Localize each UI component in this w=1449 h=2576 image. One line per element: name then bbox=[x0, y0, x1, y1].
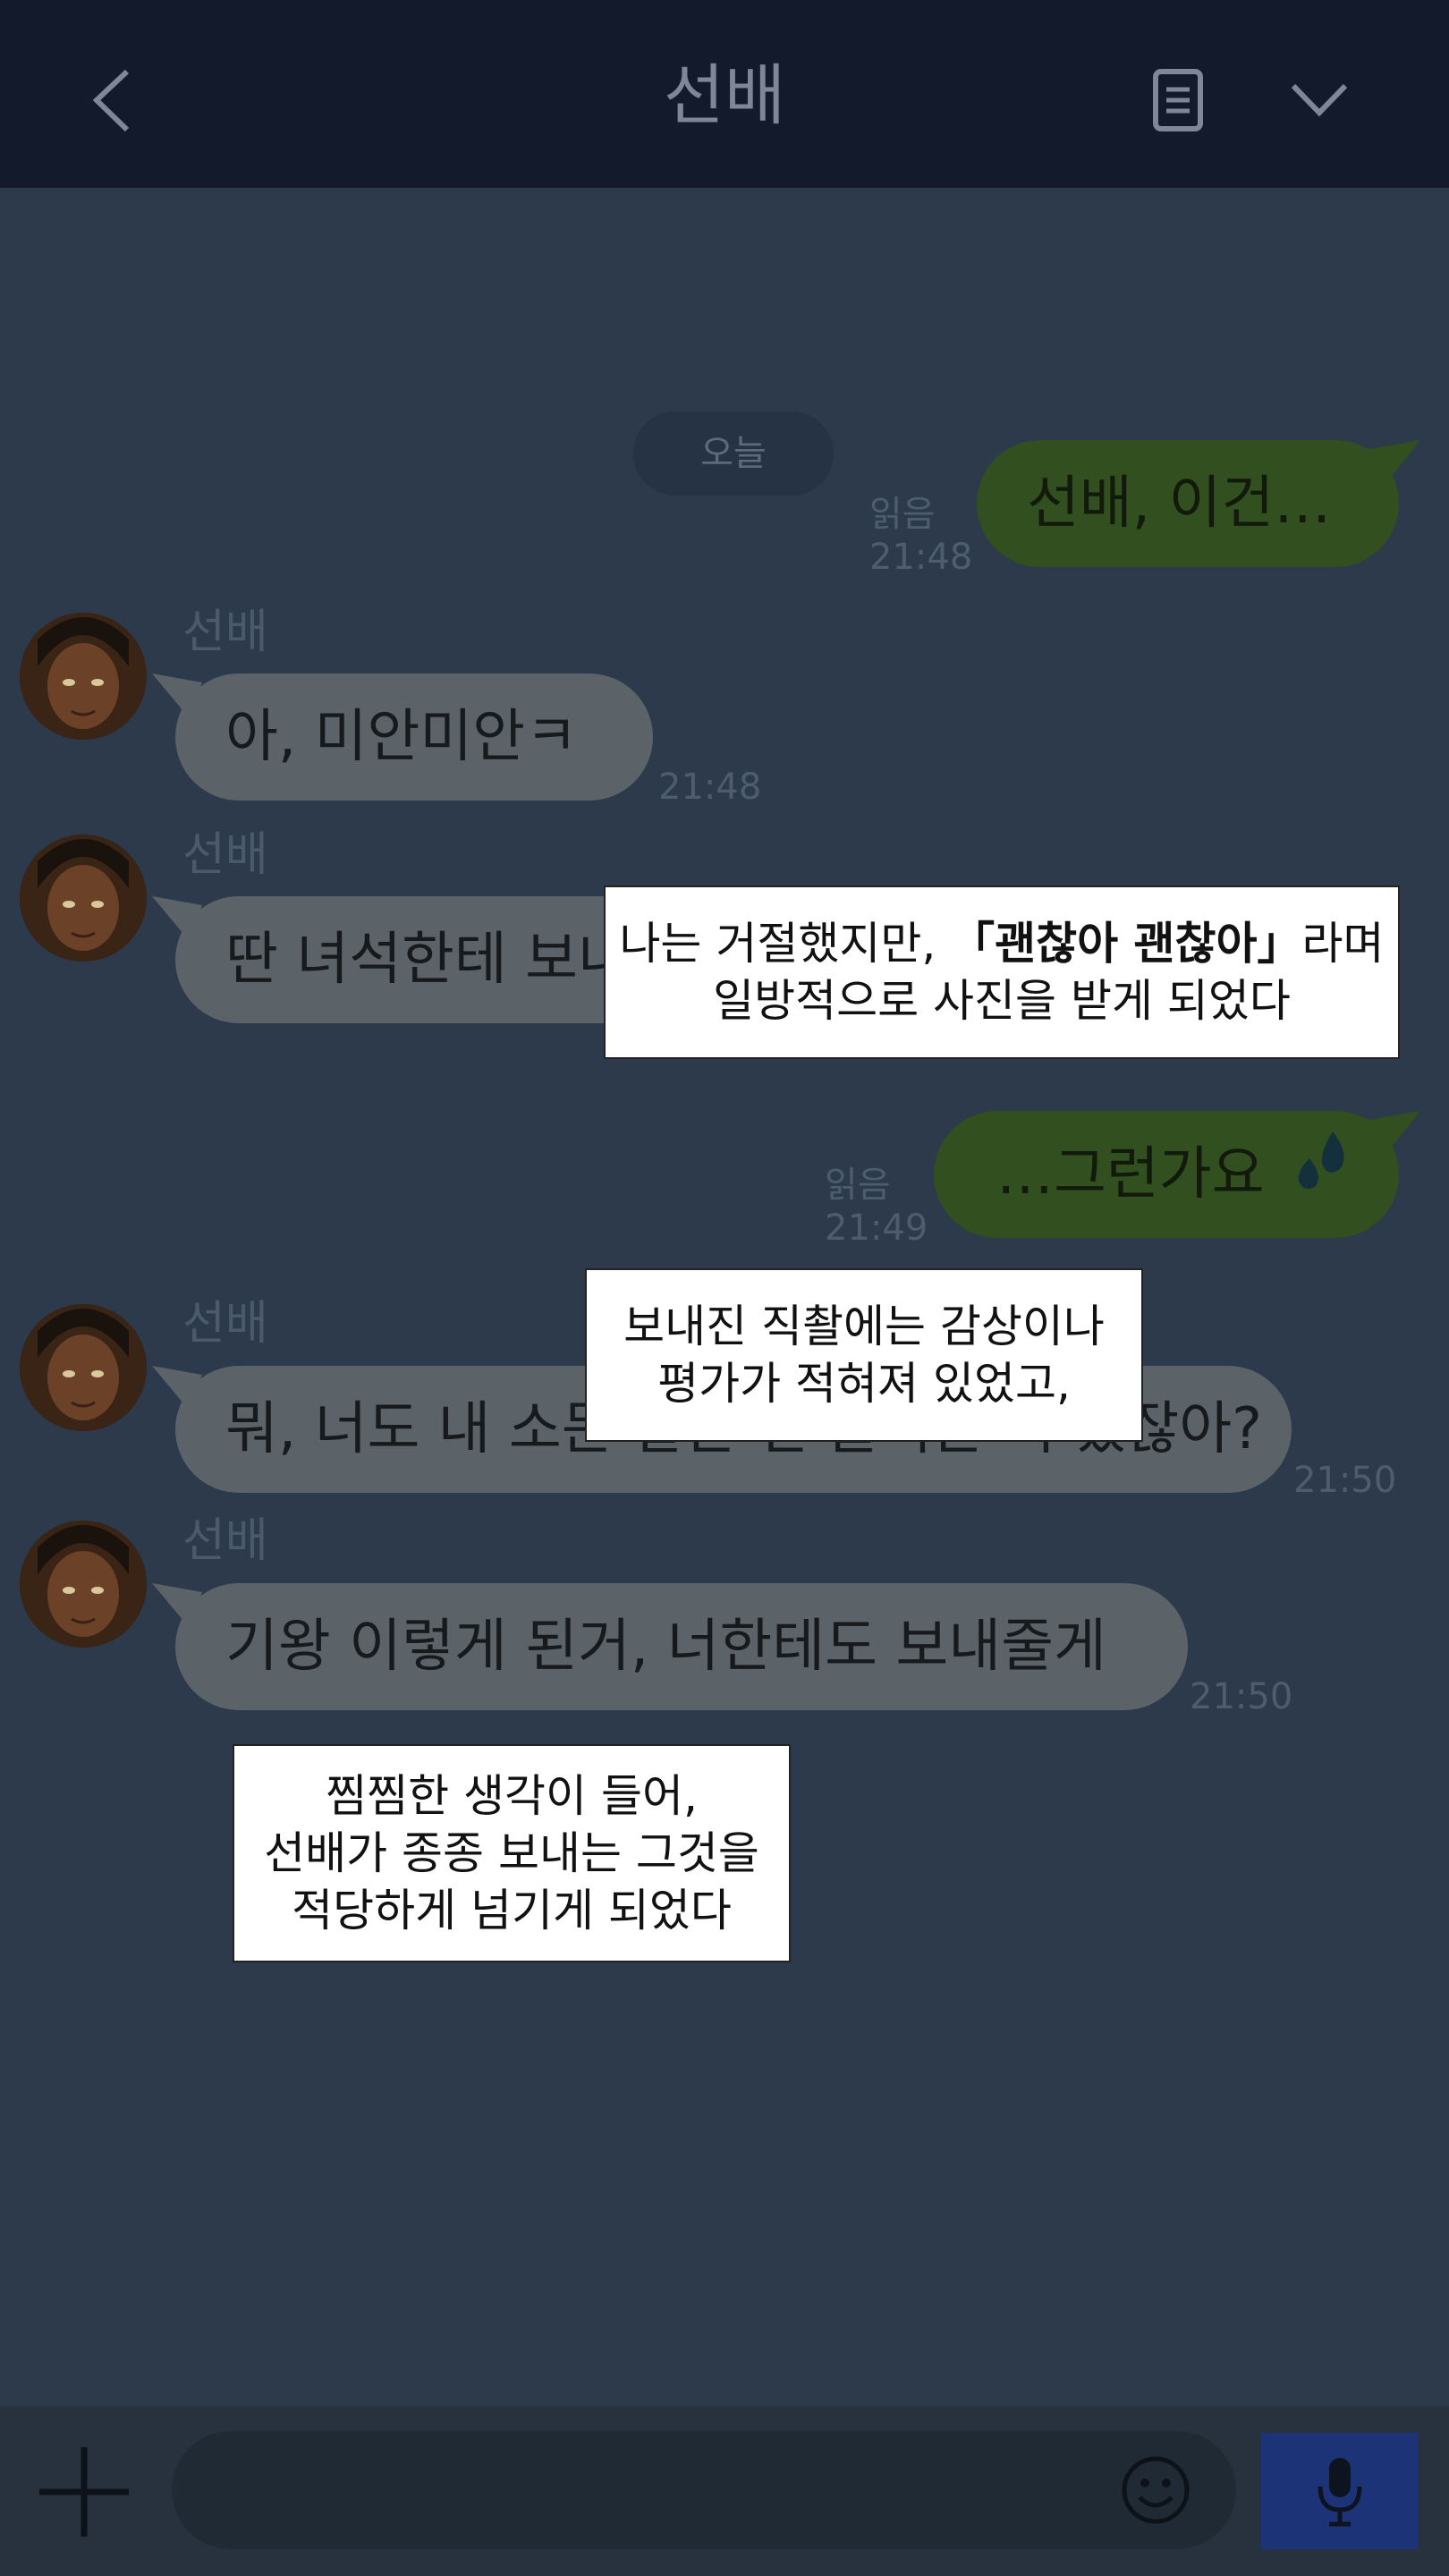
narration-caption: 보내진 직촬에는 감상이나 평가가 적혀져 있었고, bbox=[585, 1268, 1143, 1442]
sender-name: 선배 bbox=[182, 1297, 268, 1351]
chat-title: 선배 bbox=[663, 57, 786, 134]
read-receipt: 읽음 bbox=[825, 1165, 891, 1206]
avatar[interactable] bbox=[20, 1304, 147, 1431]
message-bubble-outgoing[interactable]: 선배, 이건… bbox=[977, 440, 1399, 567]
date-divider: 오늘 bbox=[633, 411, 834, 496]
caption-line: 찜찜한 생각이 들어, bbox=[326, 1770, 698, 1822]
avatar[interactable] bbox=[20, 1521, 147, 1648]
caption-text: 나는 거절했지만, bbox=[619, 918, 951, 970]
message-text: 딴 녀석한테 보내 bbox=[225, 927, 631, 993]
message-bubble-incoming[interactable]: 기왕 이렇게 된거, 너한테도 보내줄게 bbox=[175, 1583, 1188, 1710]
narration-caption: 찜찜한 생각이 들어, 선배가 종종 보내는 그것을 적당하게 넘기게 되었다 bbox=[233, 1744, 791, 1962]
plus-icon[interactable] bbox=[36, 2444, 132, 2544]
message-text: 선배, 이건… bbox=[1027, 470, 1332, 537]
message-bubble-incoming[interactable]: 딴 녀석한테 보내 bbox=[175, 896, 676, 1023]
message-time: 21:48 bbox=[658, 767, 762, 808]
message-text: 아, 미안미안ㅋ bbox=[225, 704, 578, 770]
chat-header: 선배 bbox=[0, 0, 1449, 188]
read-receipt: 읽음 bbox=[869, 494, 936, 535]
message-bubble-incoming[interactable]: 아, 미안미안ㅋ bbox=[175, 674, 653, 801]
caption-line: 보내진 직촬에는 감상이나 bbox=[623, 1301, 1105, 1352]
sender-name: 선배 bbox=[182, 1514, 268, 1568]
sender-name: 선배 bbox=[182, 828, 268, 882]
smiley-icon[interactable] bbox=[1120, 2454, 1191, 2529]
sender-name: 선배 bbox=[182, 606, 268, 659]
sweat-drops-icon bbox=[1286, 1114, 1358, 1238]
caption-line: 일방적으로 사진을 받게 되었다 bbox=[713, 975, 1291, 1027]
chevron-down-icon[interactable] bbox=[1290, 80, 1349, 123]
message-bubble-outgoing[interactable]: …그런가요 bbox=[934, 1111, 1399, 1238]
narration-caption: 나는 거절했지만, 「괜찮아 괜찮아」라며 일방적으로 사진을 받게 되었다 bbox=[604, 886, 1400, 1059]
message-time: 21:48 bbox=[869, 537, 973, 578]
microphone-icon bbox=[1313, 2456, 1367, 2531]
message-time: 21:50 bbox=[1293, 1460, 1397, 1501]
caption-quote: 「괜찮아 괜찮아」 bbox=[950, 918, 1302, 970]
caption-text: 라며 bbox=[1301, 918, 1385, 970]
chat-area[interactable]: 오늘 선배, 이건… 읽음 21:48 선배 아, 미안미안ㅋ 21:48 선배… bbox=[0, 188, 1449, 2406]
message-time: 21:49 bbox=[825, 1208, 928, 1249]
document-icon[interactable] bbox=[1152, 68, 1204, 136]
message-text: 기왕 이렇게 된거, 너한테도 보내줄게 bbox=[225, 1614, 1106, 1680]
caption-line: 평가가 적혀져 있었고, bbox=[657, 1358, 1071, 1410]
avatar[interactable] bbox=[20, 613, 147, 740]
message-time: 21:50 bbox=[1190, 1676, 1293, 1717]
caption-line: 선배가 종종 보내는 그것을 bbox=[264, 1827, 759, 1879]
caption-line: 나는 거절했지만, 「괜찮아 괜찮아」라며 bbox=[606, 915, 1398, 972]
voice-record-button[interactable] bbox=[1261, 2433, 1419, 2549]
message-text: …그런가요 bbox=[996, 1141, 1265, 1208]
message-input[interactable] bbox=[172, 2431, 1236, 2549]
caption-line: 적당하게 넘기게 되었다 bbox=[292, 1885, 732, 1936]
avatar[interactable] bbox=[20, 835, 147, 962]
message-input-bar bbox=[0, 2406, 1449, 2576]
